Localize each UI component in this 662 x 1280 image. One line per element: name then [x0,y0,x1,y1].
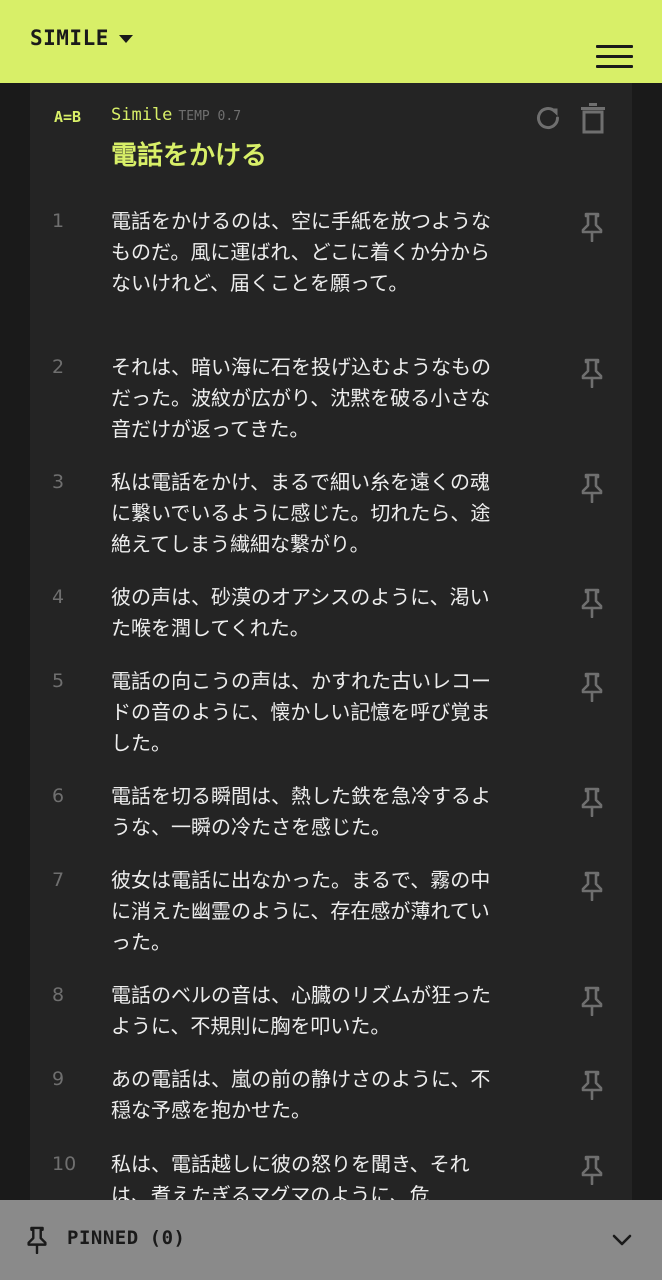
app-switcher[interactable]: SIMILE [30,26,133,50]
item-number: 2 [52,356,65,378]
item-number: 4 [52,586,65,608]
item-number: 6 [52,785,65,807]
trash-icon[interactable] [578,102,608,134]
item-text[interactable]: 電話を切る瞬間は、熱した鉄を急冷するような、一瞬の冷たさを感じた。 [111,781,491,843]
item-number: 3 [52,471,65,493]
item-text[interactable]: 彼の声は、砂漠のオアシスのように、渇いた喉を潤してくれた。 [111,582,491,644]
result-card: A=B Simile TEMP 0.7 電話をかける 1 電話をかけるのは、空に手… [30,83,632,1200]
pin-icon[interactable] [578,672,606,702]
item-number: 1 [52,210,65,232]
pinned-text: PINNED [67,1227,139,1249]
pin-icon[interactable] [578,358,606,388]
item-number: 8 [52,984,65,1006]
card-header: A=B Simile TEMP 0.7 電話をかける [30,83,632,193]
figure-type-tag: A=B [54,108,82,126]
item-text[interactable]: 私は電話をかけ、まるで細い糸を遠くの魂に繋いでいるように感じた。切れたら、途絶え… [111,467,491,560]
card-title: 電話をかける [111,141,268,171]
item-text[interactable]: 電話の向こうの声は、かすれた古いレコードの音のように、懐かしい記憶を呼び覚ました… [111,666,491,759]
item-text[interactable]: 彼女は電話に出なかった。まるで、霧の中に消えた幽霊のように、存在感が薄れていった… [111,865,491,958]
pinned-count: (0) [149,1227,186,1249]
temperature-label: TEMP 0.7 [178,109,242,124]
pin-icon[interactable] [578,986,606,1016]
item-text[interactable]: 電話をかけるのは、空に手紙を放つようなものだ。風に運ばれ、どこに着くか分からない… [111,206,491,299]
pin-icon [27,1226,47,1254]
chevron-down-icon[interactable] [610,1230,634,1250]
app-header: SIMILE [0,0,662,83]
app-title: SIMILE [30,26,109,50]
pinned-drawer-toggle[interactable]: PINNED (0) [0,1200,662,1280]
pin-icon[interactable] [578,1070,606,1100]
hamburger-menu-icon[interactable] [596,45,633,68]
pin-icon[interactable] [578,212,606,242]
pinned-label: PINNED (0) [67,1227,185,1249]
item-number: 7 [52,869,65,891]
item-text[interactable]: それは、暗い海に石を投げ込むようなものだった。波紋が広がり、沈黙を破る小さな音だ… [111,352,491,445]
figure-type-name: Simile TEMP 0.7 [111,105,241,125]
item-number: 5 [52,670,65,692]
pin-icon[interactable] [578,1155,606,1185]
pin-icon[interactable] [578,871,606,901]
caret-down-icon [118,35,133,43]
pin-icon[interactable] [578,473,606,503]
item-text[interactable]: 私は、電話越しに彼の怒りを聞き、それは、煮えたぎるマグマのように、危 [111,1149,491,1200]
figure-type-label: Simile [111,105,173,125]
refresh-icon[interactable] [533,103,563,133]
pin-icon[interactable] [578,588,606,618]
item-text[interactable]: あの電話は、嵐の前の静けさのように、不穏な予感を抱かせた。 [111,1064,491,1126]
item-text[interactable]: 電話のベルの音は、心臓のリズムが狂ったように、不規則に胸を叩いた。 [111,980,491,1042]
item-number: 10 [52,1153,77,1175]
pin-icon[interactable] [578,787,606,817]
item-number: 9 [52,1068,65,1090]
